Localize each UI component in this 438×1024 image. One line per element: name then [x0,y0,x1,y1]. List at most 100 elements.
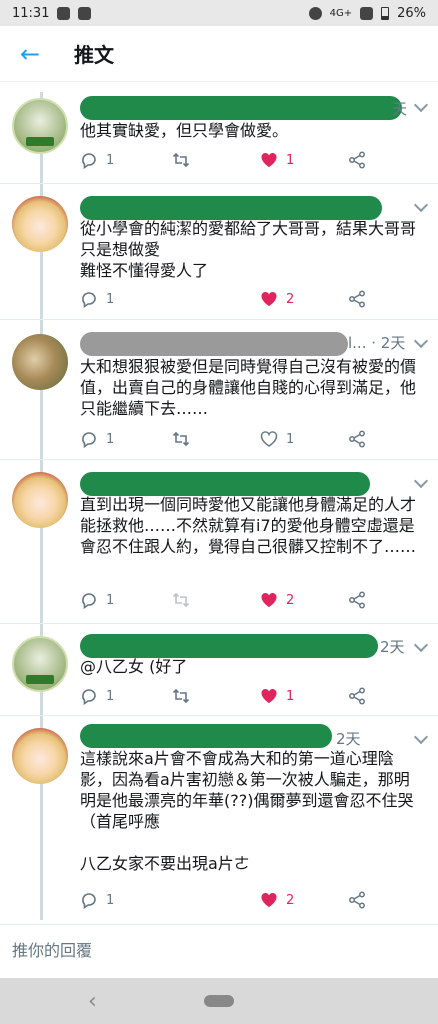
instagram-icon [78,6,92,20]
heart-filled-icon [260,591,278,609]
signal-icon [360,6,374,20]
reply-button[interactable]: 1 [80,151,114,169]
reply-icon [80,151,98,169]
share-button[interactable] [348,151,366,169]
battery-level: 26% [397,5,426,21]
status-bar: 11:31 4G+ 26% [0,0,438,26]
share-button[interactable] [348,591,366,609]
redacted-username [80,96,402,120]
avatar[interactable] [12,196,68,252]
tweet[interactable]: 天 他其實缺愛，但只學會做愛。 1 1 [0,84,438,184]
share-icon [348,687,366,705]
tweet-text: 從小學會的純潔的愛都給了大哥哥，結果大哥哥只是想做愛 難怪不懂得愛人了 [80,219,417,280]
like-button[interactable]: 2 [260,290,294,308]
redacted-username [80,724,332,748]
reply-icon [80,687,98,705]
share-button[interactable] [348,687,366,705]
share-icon [348,151,366,169]
tweet[interactable]: 直到出現一個同時愛他又能讓他身體滿足的人才能拯救他……不然就算有i7的愛他身體空… [0,460,438,624]
share-icon [348,891,366,909]
reply-button[interactable]: 1 [80,891,114,909]
retweet-icon [172,591,190,609]
retweet-button[interactable] [172,687,190,705]
reply-count: 1 [106,592,115,608]
tweet-text: 大和想狠狠被愛但是同時覺得自己沒有被愛的價值，出賣自己的身體讓他自賤的心得到滿足… [80,357,417,418]
network-type: 4G+ [329,7,353,19]
app-notification-icon [57,6,71,20]
avatar[interactable] [12,98,68,154]
tweet-text: @八乙女 (好了 [80,657,188,676]
retweet-button[interactable] [172,151,190,169]
reply-count: 1 [106,688,115,704]
tweet[interactable]: 2天 這樣說來a片會不會成為大和的第一道心理陰影，因為看a片害初戀＆第一次被人騙… [0,716,438,922]
like-count: 2 [286,291,295,307]
share-icon [348,430,366,448]
like-count: 2 [286,592,295,608]
like-button[interactable]: 1 [260,430,294,448]
chevron-down-icon[interactable] [413,637,429,653]
heart-filled-icon [260,891,278,909]
like-button[interactable]: 1 [260,151,294,169]
app-bar: ← 推文 [0,26,438,82]
retweet-button[interactable] [172,591,190,609]
share-button[interactable] [348,290,366,308]
reply-button[interactable]: 1 [80,591,114,609]
chevron-down-icon[interactable] [413,729,429,745]
system-nav-bar: ‹ [0,978,438,1024]
chevron-down-icon[interactable] [413,197,429,213]
share-button[interactable] [348,430,366,448]
battery-icon [381,6,390,20]
avatar[interactable] [12,636,68,692]
reply-input[interactable]: 推你的回覆 [0,924,438,972]
tweet[interactable]: 從小學會的純潔的愛都給了大哥哥，結果大哥哥只是想做愛 難怪不懂得愛人了 1 2 [0,184,438,320]
share-icon [348,290,366,308]
reply-count: 1 [106,152,115,168]
vibrate-icon [308,6,322,20]
like-button[interactable]: 2 [260,591,294,609]
redacted-username [80,634,378,658]
heart-filled-icon [260,687,278,705]
retweet-button[interactable] [172,430,190,448]
reply-button[interactable]: 1 [80,430,114,448]
like-count: 2 [286,892,295,908]
like-button[interactable]: 1 [260,687,294,705]
like-count: 1 [286,688,295,704]
avatar[interactable] [12,334,68,390]
reply-icon [80,591,98,609]
reply-count: 1 [106,291,115,307]
heart-outline-icon [260,430,278,448]
like-button[interactable]: 2 [260,891,294,909]
redacted-username [80,196,382,220]
reply-count: 1 [106,892,115,908]
back-arrow-icon[interactable]: ← [0,26,60,82]
status-time: 11:31 [12,5,50,21]
chevron-down-icon[interactable] [413,97,429,113]
avatar[interactable] [12,472,68,528]
chevron-down-icon[interactable] [413,333,429,349]
avatar[interactable] [12,728,68,784]
tweet[interactable]: l... · 2天 大和想狠狠被愛但是同時覺得自己沒有被愛的價值，出賣自己的身體… [0,320,438,460]
redacted-username [80,332,348,356]
share-button[interactable] [348,891,366,909]
heart-filled-icon [260,290,278,308]
share-icon [348,591,366,609]
retweet-icon [172,151,190,169]
page-title: 推文 [74,43,114,67]
reply-button[interactable]: 1 [80,290,114,308]
tweet-text: 這樣說來a片會不會成為大和的第一道心理陰影，因為看a片害初戀＆第一次被人騙走，那… [80,749,414,873]
chevron-down-icon[interactable] [413,473,429,489]
redacted-username [80,472,370,496]
nav-back-icon[interactable]: ‹ [88,989,97,1014]
retweet-icon [172,430,190,448]
tweet-text: 他其實缺愛，但只學會做愛。 [80,121,289,140]
nav-home-pill-icon[interactable] [204,995,234,1007]
reply-icon [80,290,98,308]
tweet-time: 天 [392,100,408,118]
reply-count: 1 [106,431,115,447]
reply-button[interactable]: 1 [80,687,114,705]
reply-icon [80,891,98,909]
heart-filled-icon [260,151,278,169]
tweet-time: 2天 [380,638,405,656]
tweet-time: 2天 [336,730,361,748]
tweet[interactable]: 2天 @八乙女 (好了 1 1 [0,624,438,716]
